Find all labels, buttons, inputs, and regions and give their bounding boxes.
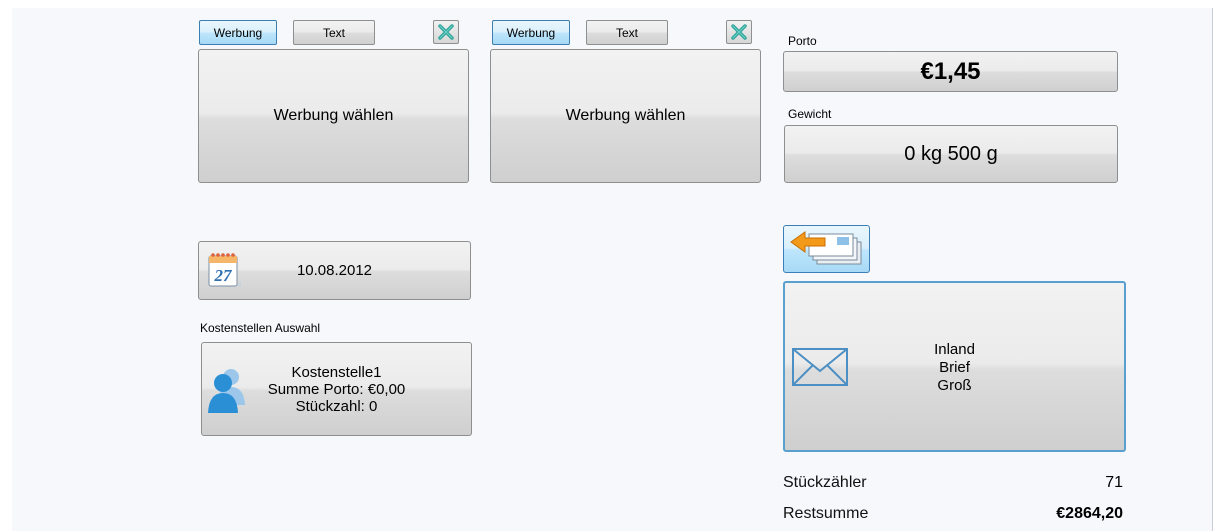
cost-center-label: Kostenstellen Auswahl <box>200 321 321 335</box>
product-line-inland: Inland <box>934 340 975 358</box>
calendar-icon: 27 <box>207 250 243 295</box>
date-value: 10.08.2012 <box>296 262 373 279</box>
cost-center-name: Kostenstelle1 <box>291 363 382 381</box>
cost-center-count: Stückzahl: 0 <box>295 397 378 415</box>
counter-label: Stückzähler <box>783 474 867 491</box>
green-x-icon <box>731 24 747 40</box>
counter-value: 71 <box>1105 474 1123 491</box>
users-icon <box>208 365 246 420</box>
text-tab-1[interactable]: Text <box>293 20 375 45</box>
weight-label: Gewicht <box>788 107 832 121</box>
postage-display: €1,45 <box>783 51 1118 92</box>
remaining-value: €2864,20 <box>1056 505 1123 522</box>
cost-center-sum: Summe Porto: €0,00 <box>267 380 406 398</box>
select-ad-button-1[interactable]: Werbung wählen <box>198 49 469 183</box>
envelope-icon <box>791 347 849 392</box>
weight-display[interactable]: 0 kg 500 g <box>784 125 1118 183</box>
green-x-icon <box>438 24 454 40</box>
select-ad-button-2[interactable]: Werbung wählen <box>490 49 761 183</box>
product-line-brief: Brief <box>939 358 970 376</box>
werbung-tab-1[interactable]: Werbung <box>199 20 277 45</box>
cost-center-button[interactable]: Kostenstelle1 Summe Porto: €0,00 Stückza… <box>201 342 472 436</box>
clear-ad-button-2[interactable] <box>726 20 752 44</box>
back-button[interactable] <box>783 225 870 273</box>
text-tab-2[interactable]: Text <box>586 20 668 45</box>
product-button[interactable]: Inland Brief Groß <box>783 281 1126 452</box>
panel-border <box>1212 8 1213 531</box>
back-letters-icon <box>787 226 867 273</box>
clear-ad-button-1[interactable] <box>433 20 459 44</box>
date-button[interactable]: 27 10.08.2012 <box>198 241 471 300</box>
werbung-tab-2[interactable]: Werbung <box>492 20 570 45</box>
remaining-label: Restsumme <box>783 505 869 522</box>
postage-label: Porto <box>788 34 817 48</box>
svg-text:27: 27 <box>214 266 234 285</box>
product-line-gross: Groß <box>937 376 972 394</box>
